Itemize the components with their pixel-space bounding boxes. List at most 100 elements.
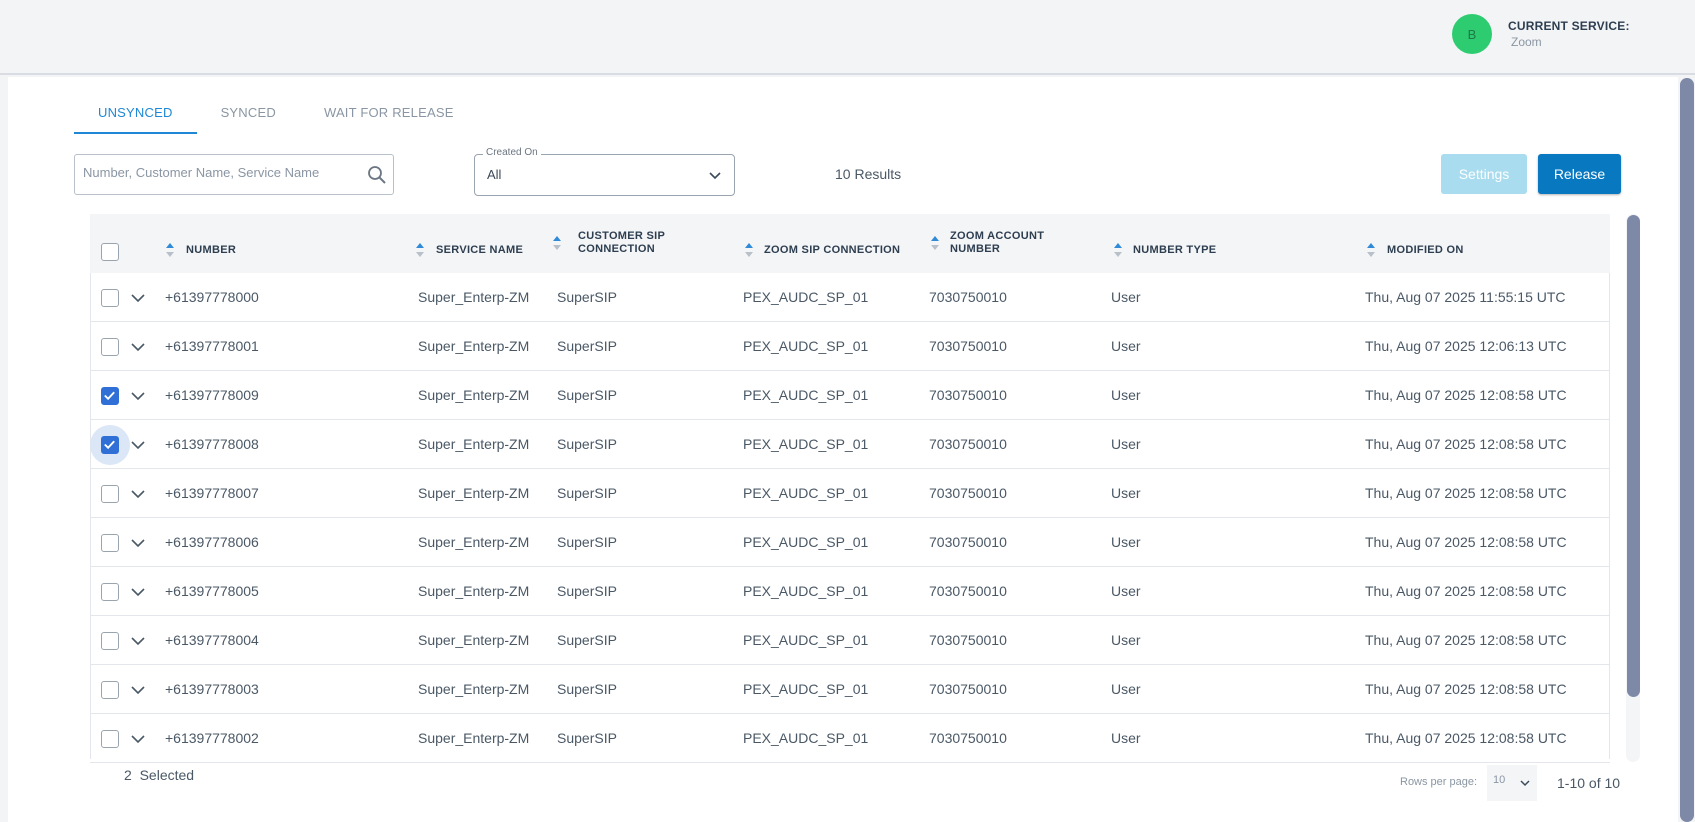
cell-modified-on: Thu, Aug 07 2025 12:08:58 UTC (1365, 485, 1567, 501)
cell-zoom-account: 7030750010 (929, 338, 1007, 354)
check-icon (104, 440, 115, 450)
cell-number-type: User (1111, 387, 1141, 403)
cell-zoom-sip: PEX_AUDC_SP_01 (743, 583, 869, 599)
search-box (74, 154, 394, 195)
cell-zoom-sip: PEX_AUDC_SP_01 (743, 681, 869, 697)
cell-service-name: Super_Enterp-ZM (418, 681, 530, 697)
cell-customer-sip: SuperSIP (557, 730, 617, 746)
sort-icon[interactable] (744, 242, 754, 258)
settings-button[interactable]: Settings (1441, 154, 1527, 194)
chevron-down-icon (709, 172, 721, 180)
cell-number-type: User (1111, 730, 1141, 746)
sort-icon[interactable] (1366, 242, 1376, 258)
expand-chevron-icon[interactable] (130, 290, 146, 306)
col-zoom-account-line1: ZOOM ACCOUNT (950, 230, 1045, 242)
cell-service-name: Super_Enterp-ZM (418, 632, 530, 648)
tab-bar: UNSYNCED SYNCED WAIT FOR RELEASE (74, 96, 478, 134)
cell-service-name: Super_Enterp-ZM (418, 730, 530, 746)
sort-icon[interactable] (1113, 242, 1123, 258)
chevron-down-icon (1520, 780, 1530, 787)
cell-number-type: User (1111, 436, 1141, 452)
table-row[interactable]: +61397778000 Super_Enterp-ZM SuperSIP PEX_A… (90, 273, 1610, 322)
search-icon[interactable] (367, 165, 387, 185)
sort-icon[interactable] (552, 235, 562, 251)
cell-modified-on: Thu, Aug 07 2025 12:08:58 UTC (1365, 730, 1567, 746)
top-bar: B CURRENT SERVICE: Zoom (0, 0, 1695, 75)
cell-service-name: Super_Enterp-ZM (418, 436, 530, 452)
row-checkbox[interactable] (101, 289, 119, 307)
expand-chevron-icon[interactable] (130, 584, 146, 600)
cell-number: +61397778004 (165, 632, 259, 648)
created-on-select[interactable]: Created On All (474, 147, 735, 196)
cell-number-type: User (1111, 583, 1141, 599)
expand-chevron-icon[interactable] (130, 486, 146, 502)
results-count: 10 Results (835, 166, 902, 182)
tab-wait-for-release[interactable]: WAIT FOR RELEASE (300, 96, 478, 134)
row-checkbox[interactable] (101, 632, 119, 650)
col-customer-sip-line2: CONNECTION (578, 243, 655, 255)
cell-number: +61397778007 (165, 485, 259, 501)
row-checkbox[interactable] (101, 534, 119, 552)
row-checkbox[interactable] (101, 387, 119, 405)
table-scrollbar-thumb[interactable] (1627, 215, 1640, 697)
cell-zoom-account: 7030750010 (929, 730, 1007, 746)
sort-icon[interactable] (165, 242, 175, 258)
row-checkbox[interactable] (101, 583, 119, 601)
table-row[interactable]: +61397778006 Super_Enterp-ZM SuperSIP PEX_A… (90, 518, 1610, 567)
table-row[interactable]: +61397778001 Super_Enterp-ZM SuperSIP PEX_A… (90, 322, 1610, 371)
col-zoom-account: ZOOM ACCOUNT NUMBER (950, 230, 1044, 256)
expand-chevron-icon[interactable] (130, 339, 146, 355)
cell-zoom-account: 7030750010 (929, 681, 1007, 697)
sort-icon[interactable] (415, 242, 425, 258)
table-row[interactable]: +61397778002 Super_Enterp-ZM SuperSIP PEX_A… (90, 714, 1610, 763)
cell-customer-sip: SuperSIP (557, 436, 617, 452)
row-checkbox[interactable] (101, 485, 119, 503)
expand-chevron-icon[interactable] (130, 437, 146, 453)
rows-per-page-value: 10 (1493, 774, 1506, 786)
expand-chevron-icon[interactable] (130, 633, 146, 649)
release-button[interactable]: Release (1538, 154, 1621, 194)
selected-summary: 2 Selected (124, 767, 194, 783)
table-row[interactable]: +61397778003 Super_Enterp-ZM SuperSIP PEX_A… (90, 665, 1610, 714)
cell-zoom-sip: PEX_AUDC_SP_01 (743, 387, 869, 403)
cell-number: +61397778000 (165, 289, 259, 305)
cell-number-type: User (1111, 534, 1141, 550)
cell-number: +61397778005 (165, 583, 259, 599)
cell-number-type: User (1111, 485, 1141, 501)
expand-chevron-icon[interactable] (130, 682, 146, 698)
col-service-name: SERVICE NAME (436, 244, 524, 256)
expand-chevron-icon[interactable] (130, 535, 146, 551)
rows-per-page-label: Rows per page: (1400, 776, 1478, 788)
table-row[interactable]: +61397778008 Super_Enterp-ZM SuperSIP PEX_A… (90, 420, 1610, 469)
cell-modified-on: Thu, Aug 07 2025 12:08:58 UTC (1365, 632, 1567, 648)
current-service-label: CURRENT SERVICE: (1508, 19, 1630, 33)
row-checkbox[interactable] (101, 338, 119, 356)
cell-number: +61397778003 (165, 681, 259, 697)
sort-icon[interactable] (930, 235, 940, 251)
current-service-value: Zoom (1511, 35, 1542, 49)
check-icon (104, 391, 115, 401)
avatar[interactable]: B (1452, 14, 1492, 54)
table-row[interactable]: +61397778004 Super_Enterp-ZM SuperSIP PEX_A… (90, 616, 1610, 665)
tab-unsynced[interactable]: UNSYNCED (74, 96, 197, 134)
cell-number-type: User (1111, 681, 1141, 697)
rows-per-page-select[interactable]: 10 (1487, 765, 1537, 801)
row-checkbox[interactable] (101, 436, 119, 454)
select-all-checkbox[interactable] (101, 243, 119, 261)
search-input[interactable] (83, 165, 353, 180)
cell-service-name: Super_Enterp-ZM (418, 387, 530, 403)
expand-chevron-icon[interactable] (130, 731, 146, 747)
page-scrollbar[interactable] (1680, 78, 1694, 822)
table-row[interactable]: +61397778007 Super_Enterp-ZM SuperSIP PEX_A… (90, 469, 1610, 518)
cell-zoom-sip: PEX_AUDC_SP_01 (743, 632, 869, 648)
col-modified-on: MODIFIED ON (1387, 244, 1464, 256)
tab-synced[interactable]: SYNCED (197, 96, 300, 134)
expand-chevron-icon[interactable] (130, 388, 146, 404)
row-checkbox[interactable] (101, 730, 119, 748)
table-row[interactable]: +61397778009 Super_Enterp-ZM SuperSIP PEX_A… (90, 371, 1610, 420)
table-header: NUMBER SERVICE NAME CUSTOMER SIP CONNECT… (90, 214, 1610, 273)
row-checkbox[interactable] (101, 681, 119, 699)
cell-modified-on: Thu, Aug 07 2025 12:08:58 UTC (1365, 436, 1567, 452)
cell-number: +61397778002 (165, 730, 259, 746)
table-row[interactable]: +61397778005 Super_Enterp-ZM SuperSIP PEX_A… (90, 567, 1610, 616)
